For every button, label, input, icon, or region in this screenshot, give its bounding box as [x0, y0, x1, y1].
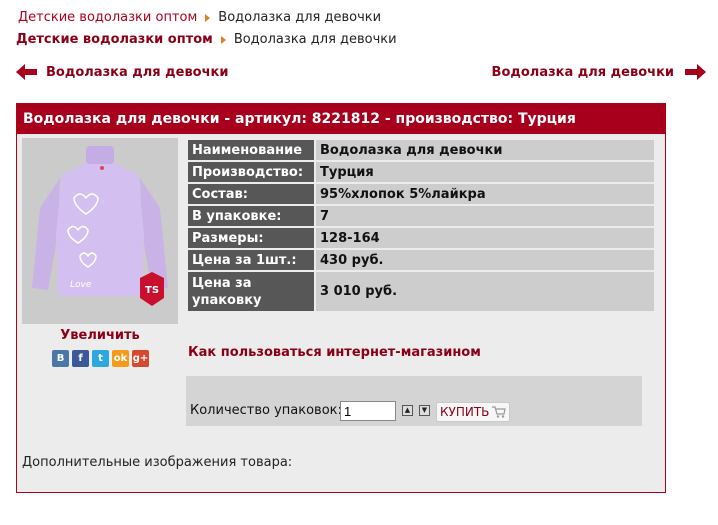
facebook-icon[interactable]: f [72, 350, 89, 367]
breadcrumb-link[interactable]: Детские водолазки оптом [16, 32, 213, 47]
spec-value: 128-164 [316, 228, 654, 248]
extra-images-label: Дополнительные изображения товара: [22, 455, 293, 470]
order-box [186, 376, 642, 426]
spec-row: Цена за упаковку 3 010 руб. [188, 272, 654, 311]
spec-value: 430 руб. [316, 250, 654, 270]
decrement-icon[interactable]: ▼ [419, 405, 430, 416]
product-heading: Водолазка для девочки - артикул: 8221812… [17, 104, 665, 134]
spec-row: Производство: Турция [188, 162, 654, 182]
zoom-link[interactable]: Увеличить [22, 328, 178, 343]
photo-print-text: Love [70, 280, 92, 290]
twitter-icon[interactable]: t [92, 350, 109, 367]
vkontakte-icon[interactable]: В [52, 350, 69, 367]
spec-key: Цена за упаковку [188, 272, 314, 311]
breadcrumb-separator-icon [220, 35, 226, 44]
quantity-input[interactable] [340, 401, 396, 421]
spec-value: 95%хлопок 5%лайкра [316, 184, 654, 204]
breadcrumb-current: Водолазка для девочки [233, 32, 397, 47]
buy-button[interactable]: КУПИТЬ [436, 402, 511, 422]
spec-key: В упаковке: [188, 206, 314, 226]
breadcrumb-top-link[interactable]: Детские водолазки оптом [18, 10, 197, 25]
arrow-right-icon [685, 64, 706, 80]
spec-row: Размеры: 128-164 [188, 228, 654, 248]
spec-row: В упаковке: 7 [188, 206, 654, 226]
product-photo[interactable]: Love TS [22, 138, 178, 324]
spec-row: Цена за 1шт.: 430 руб. [188, 250, 654, 270]
spec-value: Турция [316, 162, 654, 182]
turtleneck-image [22, 138, 178, 324]
buy-button-label: КУПИТЬ [440, 405, 490, 419]
spec-row: Состав: 95%хлопок 5%лайкра [188, 184, 654, 204]
howto-link[interactable]: Как пользоваться интернет-магазином [188, 345, 481, 360]
arrow-left-icon [16, 64, 37, 80]
breadcrumb-top: Детские водолазки оптом Водолазка для дев… [18, 10, 381, 25]
next-product-label: Водолазка для девочки [491, 64, 674, 80]
specs-table: Наименование Водолазка для девочки Произ… [186, 138, 656, 313]
prev-product-label: Водолазка для девочки [46, 64, 229, 80]
social-share: В f t ok g+ [52, 350, 149, 367]
brand-badge: TS [145, 285, 160, 296]
spec-key: Состав: [188, 184, 314, 204]
increment-icon[interactable]: ▲ [402, 405, 413, 416]
spec-key: Размеры: [188, 228, 314, 248]
spec-value: Водолазка для девочки [316, 140, 654, 160]
spec-value: 3 010 руб. [316, 272, 654, 311]
spec-row: Наименование Водолазка для девочки [188, 140, 654, 160]
spec-key: Наименование [188, 140, 314, 160]
cart-icon [492, 406, 507, 418]
prev-product-link[interactable]: Водолазка для девочки [16, 64, 228, 80]
next-product-link[interactable]: Водолазка для девочки [492, 64, 706, 80]
quantity-label: Количество упаковок: [190, 403, 342, 418]
spec-value: 7 [316, 206, 654, 226]
breadcrumb: Детские водолазки оптом Водолазка для дев… [16, 32, 397, 47]
breadcrumb-top-current: Водолазка для девочки [218, 10, 382, 25]
breadcrumb-separator-icon [205, 13, 211, 22]
spec-key: Производство: [188, 162, 314, 182]
spec-key: Цена за 1шт.: [188, 250, 314, 270]
google-plus-icon[interactable]: g+ [132, 350, 149, 367]
odnoklassniki-icon[interactable]: ok [112, 350, 129, 367]
